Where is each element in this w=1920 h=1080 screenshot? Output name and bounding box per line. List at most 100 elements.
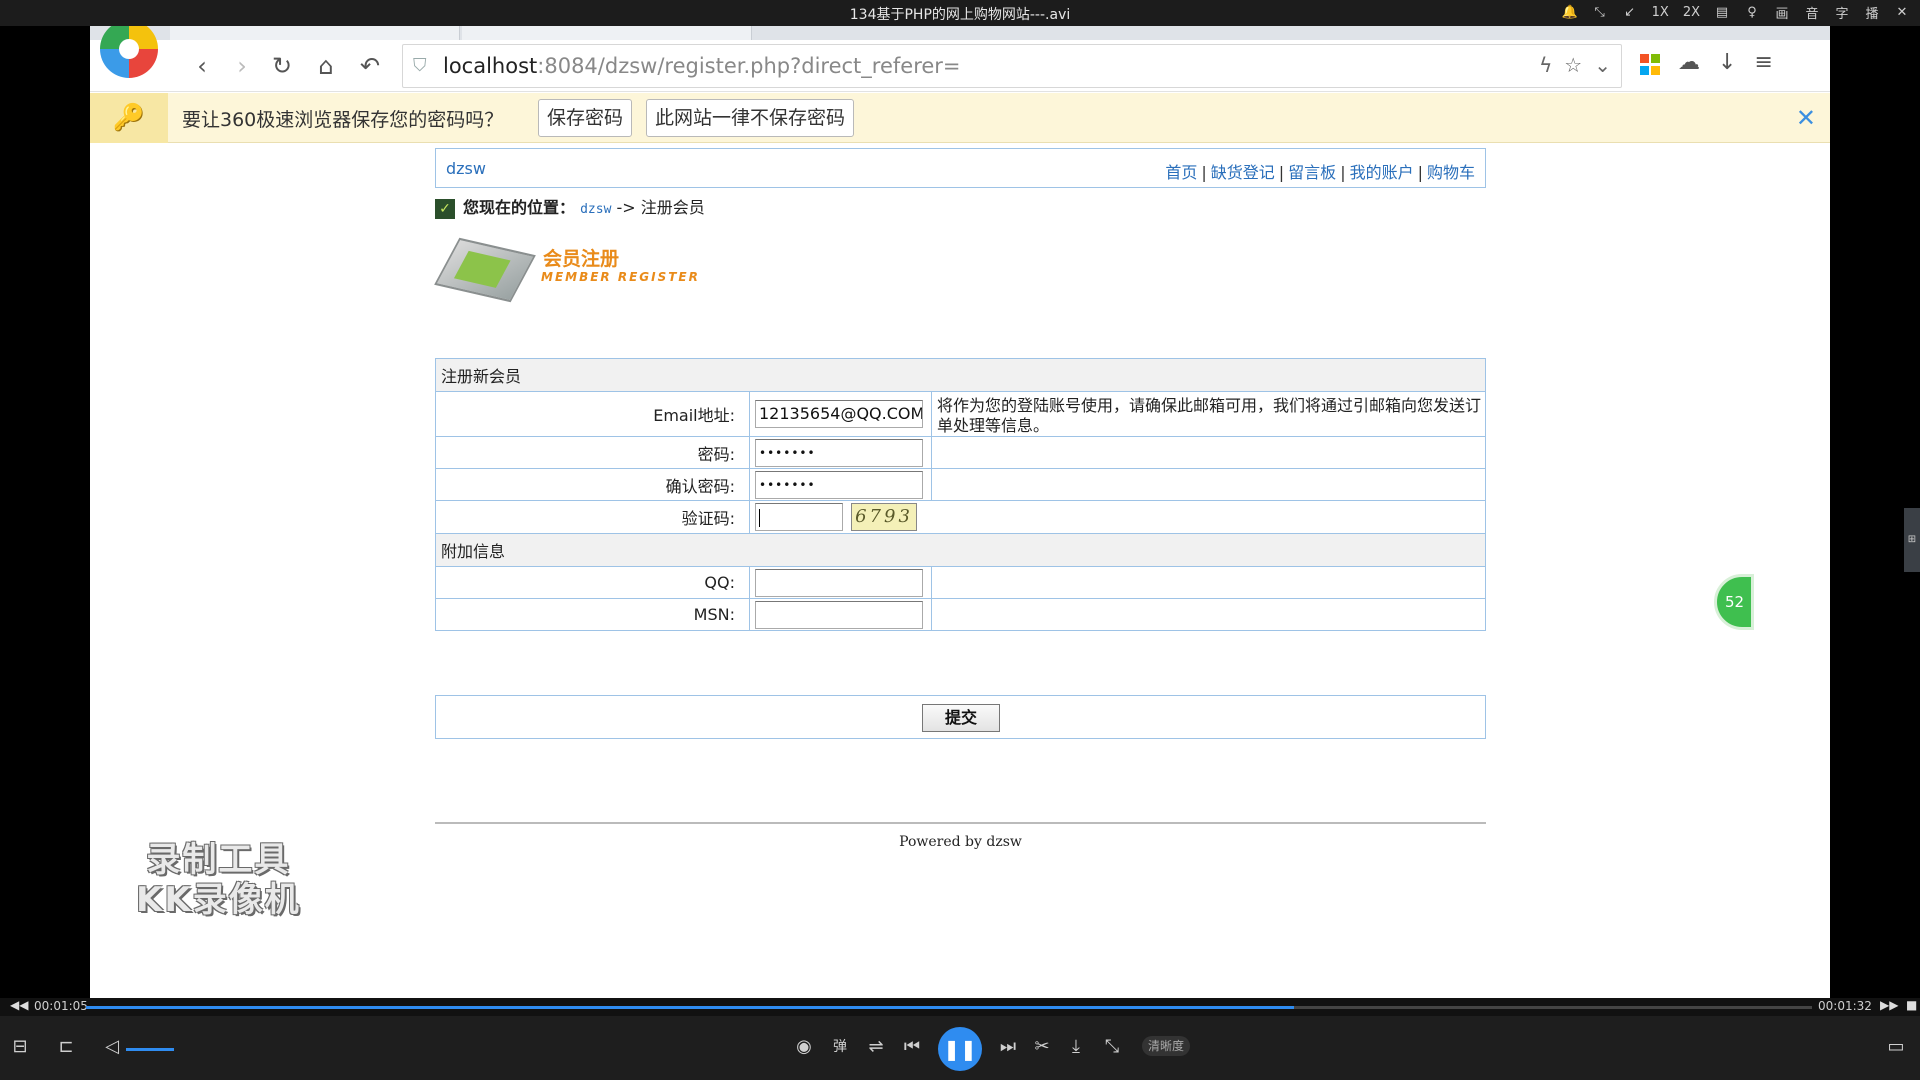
empty-cell [931,468,1486,501]
time-current: 00:01:05 [34,999,88,1013]
volume-slider[interactable] [126,1048,174,1051]
tablet-icon [434,237,536,303]
player-top-control-11[interactable]: ✕ [1894,5,1910,20]
nav-home[interactable]: 首页 [1165,163,1197,182]
next-icon[interactable]: ⏭ [996,1036,1020,1057]
confirm-password-input[interactable]: ••••••• [755,470,923,499]
player-top-control-6[interactable]: ♀ [1744,5,1760,20]
tab-strip [90,26,1830,40]
register-banner-subtitle: MEMBER REGISTER [541,270,700,284]
home-icon[interactable]: ⌂ [310,50,342,82]
register-banner-title: 会员注册 [543,248,620,270]
stop-icon[interactable]: ■ [1906,998,1917,1012]
site-name[interactable]: dzsw [446,159,486,178]
equalizer-icon[interactable]: ⇌ [864,1036,888,1057]
download-icon[interactable]: ⤓ [1064,1036,1088,1057]
browser-tab[interactable] [170,26,460,40]
qq-input[interactable] [755,568,923,597]
empty-cell [931,598,1486,631]
forward-icon[interactable]: › [226,50,258,82]
back-icon[interactable]: ‹ [186,50,218,82]
browser-toolbar: ‹ › ↻ ⌂ ↶ ⛉ localhost:8084/dzsw/register… [90,40,1830,92]
fullscreen-icon[interactable]: ▭ [1884,1036,1908,1057]
password-prompt-text: 要让360极速浏览器保存您的密码吗？ [182,109,504,131]
player-top-control-2[interactable]: ↙ [1622,5,1638,20]
player-top-control-4[interactable]: 2X [1683,5,1700,20]
empty-cell [931,566,1486,599]
email-label: Email地址: [435,391,750,437]
breadcrumb: ✓ 您现在的位置： dzsw -> 注册会员 [435,194,705,219]
time-total: 00:01:32 [1818,999,1872,1013]
menu-icon[interactable]: ≡ [1754,50,1772,75]
submit-button[interactable]: 提交 [922,704,1000,732]
apps-icon[interactable] [1640,54,1660,75]
close-icon[interactable]: ✕ [1796,104,1816,132]
email-note: 将作为您的登陆账号使用，请确保此邮箱可用，我们将通过引邮箱向您发送订单处理等信息… [931,391,1486,437]
volume-icon[interactable]: ◁ [100,1036,124,1057]
eye-icon[interactable]: ◉ [792,1036,816,1057]
captcha-input[interactable] [755,503,843,531]
browser-window: ‹ › ↻ ⌂ ↶ ⛉ localhost:8084/dzsw/register… [90,26,1830,998]
captcha-image[interactable]: 6793 [851,503,917,531]
confirm-row: 确认密码: ••••••• [435,468,1486,501]
nav-guestbook[interactable]: 留言板 [1288,163,1336,182]
side-panel-tab[interactable]: ⊞ [1904,508,1920,572]
address-bar[interactable]: ⛉ localhost:8084/dzsw/register.php?direc… [402,44,1622,88]
url-host: localhost [443,54,538,78]
chevron-down-icon[interactable]: ⌄ [1594,53,1611,77]
save-password-button[interactable]: 保存密码 [538,99,633,137]
pause-button[interactable]: ❚❚ [938,1027,982,1071]
empty-cell [931,436,1486,469]
msn-label: MSN: [435,598,750,631]
nav-cart[interactable]: 购物车 [1427,163,1475,182]
section-row: 附加信息 [435,533,1486,567]
url-text[interactable]: localhost:8084/dzsw/register.php?direct_… [443,54,961,78]
text-cursor [759,508,760,527]
player-top-control-1[interactable]: ⤡ [1592,5,1608,20]
nav-stockout[interactable]: 缺货登记 [1211,163,1275,182]
msn-row: MSN: [435,598,1486,631]
player-top-control-10[interactable]: 播 [1864,3,1880,22]
player-controls: ⊟ ⊏ ◁ ◉ 弹 ⇌ ⏮ ❚❚ ⏭ ✂ ⤓ ⤡ 清晰度 ▭ [0,1016,1920,1080]
msn-input[interactable] [755,600,923,629]
player-top-control-3[interactable]: 1X [1652,5,1669,20]
email-input[interactable]: 12135654@QQ.COM [755,400,923,428]
register-banner: 会员注册 MEMBER REGISTER [434,228,743,308]
player-top-control-9[interactable]: 字 [1834,3,1850,22]
breadcrumb-arrow: -> [616,198,636,217]
player-top-control-5[interactable]: ▤ [1714,5,1730,20]
recorder-watermark: 录制工具 KK录像机 [136,840,301,920]
shrink-icon[interactable]: ⤡ [1100,1036,1124,1057]
danmaku-icon[interactable]: 弹 [828,1036,852,1056]
cut-icon[interactable]: ✂ [1030,1036,1054,1057]
undo-icon[interactable]: ↶ [354,50,386,82]
never-save-password-button[interactable]: 此网站一律不保存密码 [646,99,855,137]
player-title-bar: 134基于PHP的网上购物网站---.avi 🔔 ⤡ ↙ 1X 2X ▤ ♀ 画音字播 ✕ [0,0,1920,26]
lightning-icon[interactable]: ϟ [1539,53,1552,77]
breadcrumb-current: 注册会员 [640,198,705,217]
player-top-control-7[interactable]: 画 [1774,3,1790,22]
breadcrumb-home-link[interactable]: dzsw [580,202,611,217]
cloud-icon[interactable]: ☁ [1678,50,1700,75]
download-icon[interactable]: ↓ [1718,50,1736,75]
seek-bar[interactable] [86,1006,1812,1009]
previous-icon[interactable]: ⏮ [900,1036,924,1057]
player-top-control-8[interactable]: 音 [1804,3,1820,22]
reload-icon[interactable]: ↻ [266,50,298,82]
submit-area: 提交 [435,695,1486,739]
seek-progress [86,1006,1295,1009]
rewind-icon[interactable]: ◀◀ [10,998,28,1012]
star-icon[interactable]: ☆ [1564,53,1582,77]
footer-divider [435,822,1486,824]
open-folder-icon[interactable]: ⊏ [54,1036,78,1057]
quality-button[interactable]: 清晰度 [1142,1036,1191,1056]
browser-tab[interactable] [462,26,752,40]
password-input[interactable]: ••••••• [755,438,923,467]
player-top-control-0[interactable]: 🔔 [1561,5,1577,20]
playlist-icon[interactable]: ⊟ [8,1036,32,1057]
fast-forward-icon[interactable]: ▶▶ [1880,998,1898,1012]
checkbox-icon: ✓ [435,198,455,219]
watermark-line-2: KK录像机 [136,880,301,920]
site-header: dzsw 首页 | 缺货登记 | 留言板 | 我的账户 | 购物车 [435,148,1486,188]
nav-account[interactable]: 我的账户 [1350,163,1414,182]
